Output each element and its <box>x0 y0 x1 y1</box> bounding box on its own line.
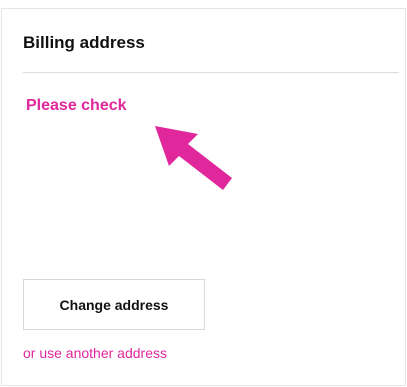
billing-address-title: Billing address <box>23 33 145 52</box>
arrow-icon <box>155 126 232 190</box>
please-check-notice: Please check <box>26 97 127 114</box>
change-address-button[interactable]: Change address <box>23 279 205 330</box>
use-another-address-link[interactable]: or use another address <box>23 345 167 361</box>
page: Billing address Please check Change addr… <box>0 0 407 387</box>
title-divider <box>23 72 399 73</box>
